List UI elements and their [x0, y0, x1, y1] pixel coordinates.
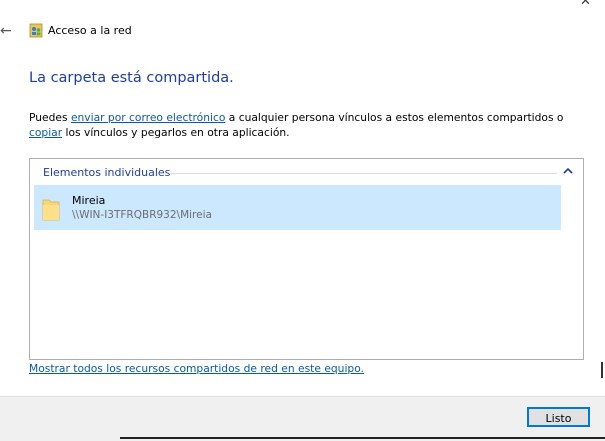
desc-text-3: los vínculos y pegarlos en otra aplicaci…: [62, 126, 290, 139]
desc-text-1: Puedes: [29, 111, 71, 124]
network-sharing-icon: [29, 23, 43, 38]
close-icon[interactable]: ✕: [580, 0, 591, 9]
folder-icon: [42, 199, 60, 221]
taskbar-edge: [120, 437, 605, 439]
resize-edge: [601, 362, 603, 378]
back-arrow-icon[interactable]: ←: [0, 24, 14, 38]
list-item[interactable]: Mireia \\WIN-I3TFRQBR932\Mireia: [34, 185, 561, 230]
done-button[interactable]: Listo: [527, 407, 590, 427]
group-header-label: Elementos individuales: [43, 166, 171, 179]
show-all-shares-link[interactable]: Mostrar todos los recursos compartidos d…: [29, 362, 364, 375]
page-heading: La carpeta está compartida.: [29, 70, 234, 86]
shared-items-list[interactable]: Elementos individuales Mireia \\WIN-I3TF…: [29, 158, 584, 360]
chevron-up-icon[interactable]: [563, 167, 573, 175]
description-text: Puedes enviar por correo electrónico a c…: [29, 110, 589, 140]
window-title: Acceso a la red: [48, 24, 132, 37]
email-link[interactable]: enviar por correo electrónico: [71, 111, 225, 124]
copy-link[interactable]: copiar: [29, 126, 62, 139]
group-divider: [169, 173, 557, 174]
desc-text-2: a cualquier persona vínculos a estos ele…: [225, 111, 564, 124]
footer-bar: Listo: [0, 396, 605, 441]
item-name: Mireia: [72, 194, 106, 207]
title-bar: ← Acceso a la red ✕: [0, 0, 605, 60]
item-path: \\WIN-I3TFRQBR932\Mireia: [72, 209, 212, 221]
